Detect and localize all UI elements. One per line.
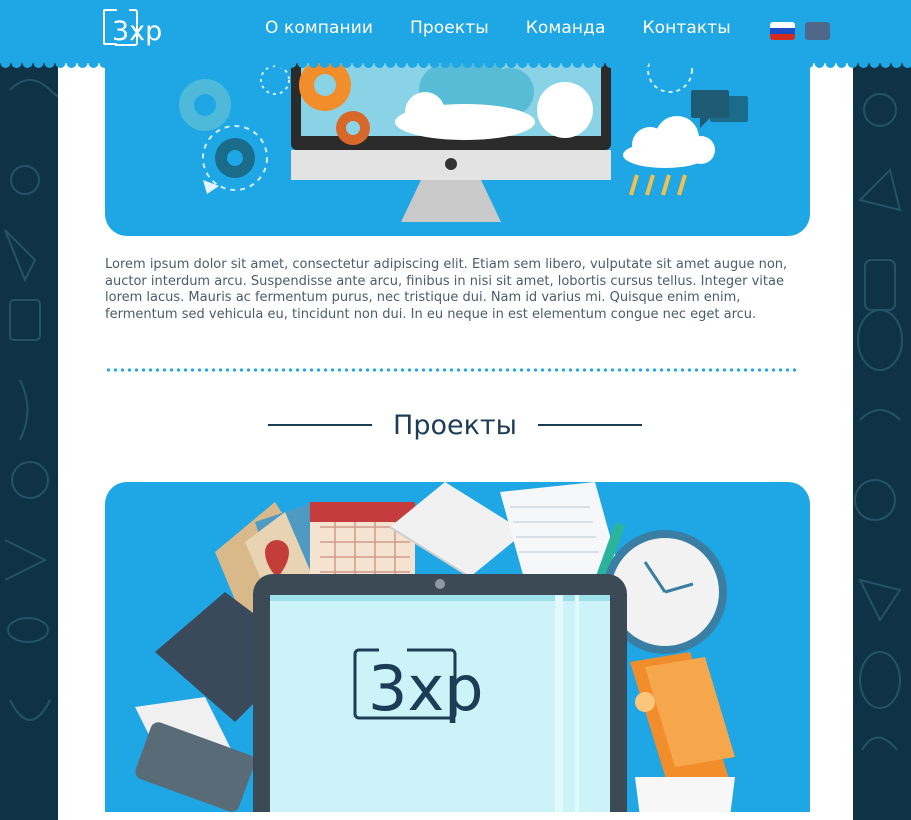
nav-projects[interactable]: Проекты — [410, 18, 489, 38]
lang-ru-flag-icon[interactable] — [770, 22, 795, 40]
projects-illustration: 3xp — [105, 482, 810, 812]
gear-icon — [336, 111, 370, 145]
about-text: Lorem ipsum dolor sit amet, consectetur … — [105, 257, 810, 323]
gear-icon — [179, 79, 231, 131]
lang-cn-flag-icon[interactable] — [805, 22, 830, 40]
heading-rule-right — [538, 424, 642, 426]
logo-text: 3xp — [112, 16, 162, 47]
nav-about[interactable]: О компании — [265, 18, 373, 38]
chat-icon — [691, 90, 748, 128]
tablet-logo-text: 3xp — [368, 652, 484, 725]
section-title: Проекты — [393, 410, 517, 441]
logo[interactable]: 3xp — [103, 9, 173, 51]
heading-rule-left — [268, 424, 372, 426]
main-nav: О компании Проекты Команда Контакты — [265, 18, 768, 38]
section-heading: Проекты — [268, 405, 642, 445]
projects-artwork: 3xp — [105, 482, 810, 812]
nav-team[interactable]: Команда — [526, 18, 606, 38]
site-header: 3xp О компании Проекты Команда Контакты — [0, 0, 911, 62]
logo-mark: 3xp — [103, 9, 173, 51]
dotted-divider — [105, 368, 800, 372]
header-scallop-edge — [0, 60, 911, 70]
gear-icon — [215, 138, 255, 178]
nav-contacts[interactable]: Контакты — [642, 18, 730, 38]
